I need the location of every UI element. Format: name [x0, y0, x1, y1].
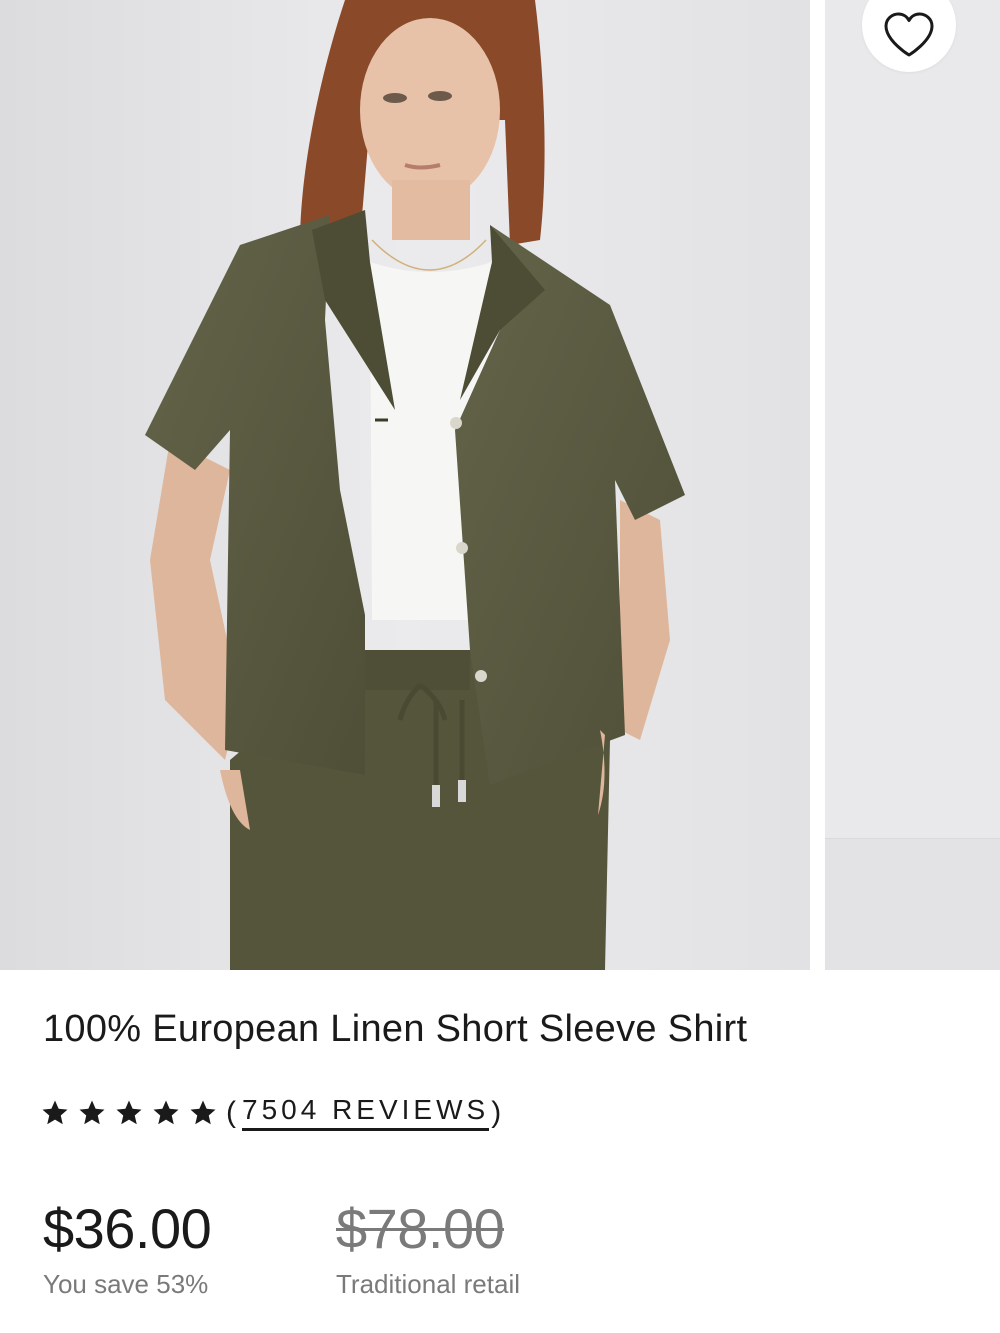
floor-backdrop	[825, 838, 1000, 970]
current-price: $36.00	[43, 1197, 212, 1260]
star-rating	[40, 1098, 218, 1128]
product-photo[interactable]	[0, 0, 810, 970]
product-photo-next[interactable]	[825, 0, 1000, 970]
strikethrough-line	[336, 1228, 505, 1231]
original-price-label: Traditional retail	[336, 1269, 521, 1299]
reviews-count: ( 7504 REVIEWS )	[226, 1094, 505, 1131]
heart-outline-icon	[884, 12, 934, 57]
original-price: $78.00	[336, 1196, 505, 1261]
reviews-link[interactable]: 7504 REVIEWS	[242, 1094, 490, 1131]
star-filled-icon	[79, 1100, 105, 1124]
close-paren: )	[491, 1095, 506, 1129]
star-filled-icon	[190, 1100, 216, 1124]
model-illustration	[0, 0, 810, 970]
star-filled-icon	[42, 1100, 68, 1124]
star-filled-icon	[153, 1100, 179, 1124]
open-paren: (	[226, 1095, 240, 1129]
savings-text: You save 53%	[43, 1269, 209, 1299]
product-rating: ( 7504 REVIEWS )	[40, 1094, 505, 1131]
product-image-gallery[interactable]	[0, 0, 1000, 970]
star-filled-icon	[116, 1100, 142, 1124]
product-title: 100% European Linen Short Sleeve Shirt	[43, 1008, 748, 1050]
